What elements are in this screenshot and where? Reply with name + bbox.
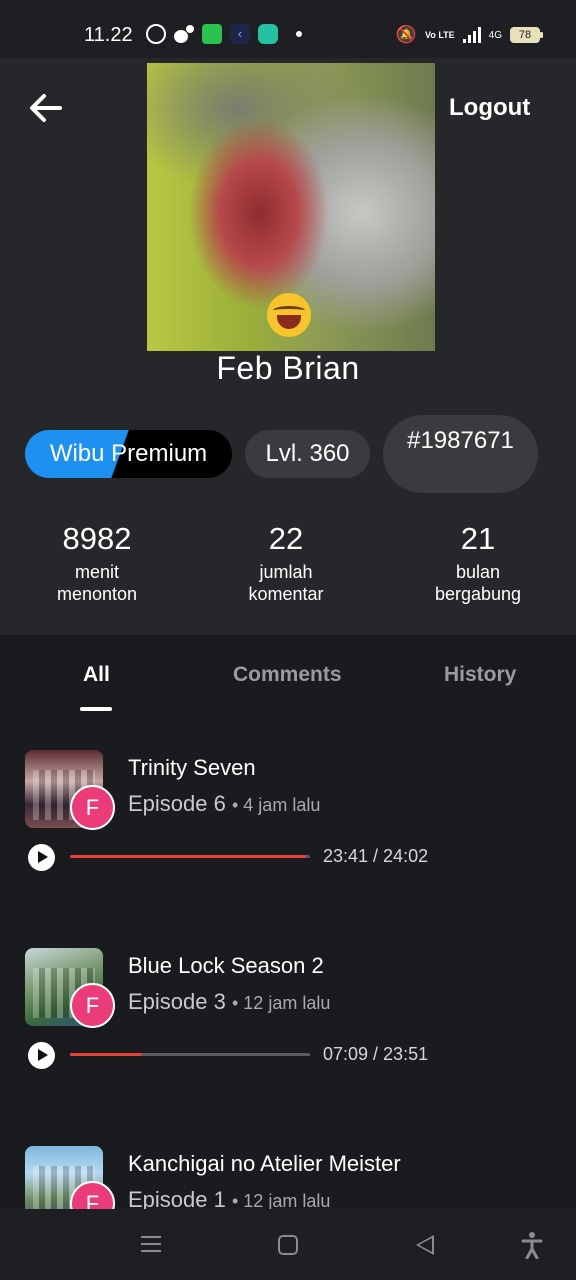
list-item[interactable]: F Kanchigai no Atelier Meister Episode 1…: [0, 1107, 576, 1209]
progress-fill: [70, 855, 307, 858]
menu-icon[interactable]: [141, 1236, 161, 1252]
watched-ago: 4 jam lalu: [243, 795, 321, 815]
bell-muted-icon: 🔕: [395, 25, 417, 44]
tab-comments[interactable]: Comments: [233, 663, 342, 687]
app-icon: ‹: [230, 24, 250, 44]
stat-label: bulan bergabung: [403, 561, 553, 605]
volte-icon: Vo LTE: [424, 29, 455, 40]
battery-icon: 78: [510, 27, 543, 43]
chat-bubble-icon: [174, 25, 194, 43]
anime-title[interactable]: Trinity Seven: [128, 755, 256, 781]
profile-header: Logout Feb Brian Wibu Premium Lvl. 360 #…: [0, 58, 576, 635]
history-list: F Trinity Seven Episode 6 • 4 jam lalu 2…: [0, 711, 576, 1209]
progress-bar[interactable]: [70, 1053, 310, 1056]
back-button[interactable]: [26, 88, 66, 128]
signal-icon: [462, 27, 481, 43]
episode-line: Episode 6 • 4 jam lalu: [128, 791, 321, 816]
screen: 11.22 ‹ 🔕 Vo LTE 4G 78 Logout Feb Brian …: [0, 0, 576, 1280]
play-icon[interactable]: [28, 844, 55, 871]
accessibility-icon[interactable]: [521, 1231, 543, 1259]
stat-value: 22: [268, 521, 304, 556]
episode-line: Episode 1 • 12 jam lalu: [128, 1187, 330, 1209]
stat-label-line: komentar: [248, 584, 324, 604]
anime-title[interactable]: Blue Lock Season 2: [128, 953, 324, 979]
list-item[interactable]: F Blue Lock Season 2 Episode 3 • 12 jam …: [0, 909, 576, 1089]
stat-value: 8982: [62, 521, 132, 556]
more-notifications-icon: [296, 31, 302, 37]
tab-history[interactable]: History: [444, 663, 516, 687]
watched-ago: 12 jam lalu: [243, 993, 331, 1013]
system-nav-bar: [0, 1209, 576, 1280]
stat-label: menit menonton: [22, 561, 172, 605]
home-icon[interactable]: [278, 1235, 298, 1255]
messages-icon: [202, 24, 222, 44]
profile-name: Feb Brian: [216, 350, 360, 386]
arrow-left-icon: [30, 94, 62, 122]
episode-line: Episode 3 • 12 jam lalu: [128, 989, 331, 1014]
episode-label: Episode 1: [128, 1187, 226, 1209]
system-icons: 🔕 Vo LTE 4G 78: [395, 25, 543, 45]
stat-value: 21: [460, 521, 496, 556]
stat-label: jumlah komentar: [211, 561, 361, 605]
progress-bar[interactable]: [70, 855, 310, 858]
user-avatar: F: [70, 983, 115, 1028]
progress-fill: [70, 1053, 142, 1056]
app-icon-teal: [258, 24, 278, 44]
stat-months-joined: 21 bulan bergabung: [403, 521, 553, 605]
tab-bar: All Comments History: [0, 635, 576, 711]
anime-title[interactable]: Kanchigai no Atelier Meister: [128, 1151, 401, 1177]
stat-label-line: menonton: [56, 584, 138, 604]
status-time: 11.22: [84, 24, 133, 46]
list-item[interactable]: F Trinity Seven Episode 6 • 4 jam lalu 2…: [0, 711, 576, 891]
stat-label-line: menit: [74, 562, 119, 582]
rank-badge: #1987671: [383, 415, 538, 493]
membership-badge: Wibu Premium: [25, 430, 232, 478]
status-bar: 11.22 ‹ 🔕 Vo LTE 4G 78: [0, 0, 576, 58]
network-type: 4G: [488, 29, 502, 41]
episode-label: Episode 3: [128, 989, 226, 1014]
play-icon[interactable]: [28, 1042, 55, 1069]
back-triangle-icon[interactable]: [416, 1235, 434, 1255]
whatsapp-icon: [146, 24, 166, 44]
logout-button[interactable]: Logout: [449, 94, 530, 122]
watched-ago: 12 jam lalu: [243, 1191, 331, 1209]
stat-comments: 22 jumlah komentar: [211, 521, 361, 605]
tab-all[interactable]: All: [83, 663, 110, 687]
user-avatar: F: [70, 785, 115, 830]
notification-icons: ‹: [146, 24, 302, 44]
stat-label-line: bergabung: [434, 584, 522, 604]
progress-time: 23:41 / 24:02: [323, 846, 429, 866]
progress-time: 07:09 / 23:51: [323, 1044, 429, 1064]
episode-label: Episode 6: [128, 791, 226, 816]
stat-watch-minutes: 8982 menit menonton: [22, 521, 172, 605]
stat-label-line: bulan: [455, 562, 501, 582]
laughing-emoji-icon: [267, 293, 311, 337]
profile-avatar: [147, 63, 435, 351]
level-badge: Lvl. 360: [245, 430, 370, 478]
stat-label-line: jumlah: [259, 562, 313, 582]
